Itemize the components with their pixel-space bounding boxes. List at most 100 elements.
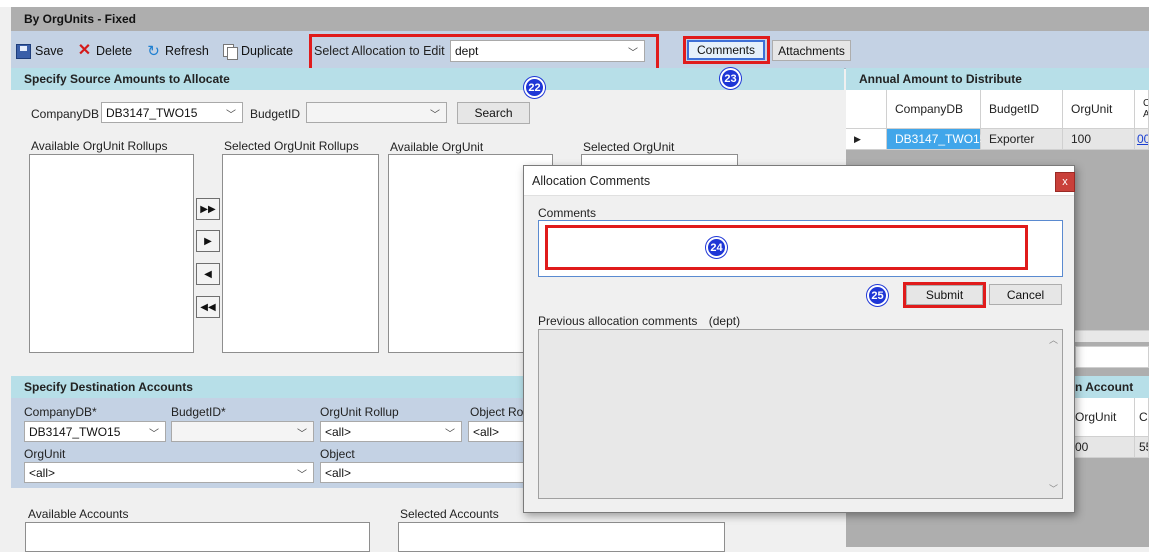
dialog-title: Allocation Comments	[532, 174, 651, 188]
grid-cell-orgunit[interactable]: 100	[1063, 129, 1135, 150]
dest-budgetid-dropdown[interactable]: ﹀	[171, 421, 314, 442]
available-rollups-list[interactable]	[29, 154, 194, 353]
cancel-button[interactable]: Cancel	[989, 284, 1062, 305]
previous-comments-allocation: (dept)	[708, 314, 741, 328]
grid-header-c: C A	[1135, 90, 1149, 129]
highlight-submit-button	[903, 282, 986, 308]
comments-field-label: Comments	[538, 206, 597, 220]
double-chevron-left-icon: ◀◀	[200, 301, 216, 313]
callout-22: 22	[524, 77, 545, 98]
dest-grid-cell-c[interactable]: 55	[1135, 437, 1149, 458]
previous-comments-label: Previous allocation comments (dept)	[538, 314, 740, 328]
title-bar	[11, 7, 1149, 31]
chevron-left-icon: ◀	[204, 268, 212, 280]
callout-23: 23	[720, 68, 741, 89]
dest-companydb-value: DB3147_TWO15	[29, 424, 121, 439]
dest-account-header: n Account	[1075, 376, 1149, 398]
search-button[interactable]: Search	[457, 102, 530, 124]
annual-amount-grid: CompanyDB BudgetID OrgUnit C A ▶ DB3147_…	[846, 90, 1149, 150]
window-title: By OrgUnits - Fixed	[24, 12, 137, 26]
available-accounts-list[interactable]	[25, 522, 370, 552]
grid-cell-companydb[interactable]: DB3147_TWO15	[887, 129, 986, 150]
available-rollups-label: Available OrgUnit Rollups	[31, 139, 168, 153]
chevron-down-icon: ﹀	[445, 429, 455, 440]
previous-comments-scrollbar[interactable]: ︿ ﹀	[1046, 330, 1062, 498]
dest-grid-header-c: C	[1135, 398, 1149, 437]
scroll-down-icon: ﹀	[1049, 484, 1059, 494]
dest-budgetid-label: BudgetID*	[171, 405, 226, 419]
dest-object-dropdown[interactable]: <all>	[320, 462, 524, 483]
move-left-button[interactable]: ◀	[196, 263, 220, 285]
scroll-up-icon: ︿	[1049, 335, 1059, 345]
chevron-down-icon: ﹀	[297, 470, 307, 481]
window-top-edge	[0, 0, 1149, 7]
source-budgetid-dropdown[interactable]: ﹀	[306, 102, 447, 123]
dest-object-label: Object	[320, 447, 355, 461]
refresh-button[interactable]: ↻ Refresh	[146, 42, 209, 60]
grid-header-budgetid: BudgetID	[981, 90, 1063, 129]
duplicate-label: Duplicate	[241, 44, 294, 58]
duplicate-icon	[222, 43, 238, 60]
row-selector[interactable]: ▶	[846, 129, 887, 150]
move-right-button[interactable]: ▶	[196, 230, 220, 252]
selected-accounts-list[interactable]	[398, 522, 725, 552]
move-all-left-button[interactable]: ◀◀	[196, 296, 220, 318]
row-pointer-icon: ▶	[854, 133, 861, 144]
selected-rollups-label: Selected OrgUnit Rollups	[224, 139, 359, 153]
grid-cell-budgetid[interactable]: Exporter	[981, 129, 1063, 150]
previous-comments-text: Previous allocation comments	[538, 314, 698, 328]
dest-orgunit-rollup-dropdown[interactable]: <all> ﹀	[320, 421, 462, 442]
close-icon: x	[1062, 176, 1068, 188]
refresh-label: Refresh	[165, 44, 209, 58]
dest-object-rollup-dropdown[interactable]: <all>	[468, 421, 524, 442]
save-label: Save	[35, 44, 64, 58]
chevron-down-icon: ﹀	[149, 429, 159, 440]
delete-label: Delete	[96, 44, 133, 58]
source-companydb-value: DB3147_TWO15	[106, 105, 198, 120]
dest-orgunit-label: OrgUnit	[24, 447, 66, 461]
source-companydb-label: CompanyDB	[31, 107, 100, 121]
attachments-button[interactable]: Attachments	[772, 40, 851, 61]
delete-button[interactable]: ✕ Delete	[77, 42, 132, 60]
grid-corner-cell	[846, 90, 887, 129]
grid-header-companydb: CompanyDB	[887, 90, 981, 129]
chevron-down-icon: ﹀	[297, 429, 307, 440]
save-button[interactable]: Save	[16, 42, 64, 60]
selected-accounts-label: Selected Accounts	[400, 507, 499, 521]
callout-24: 24	[706, 237, 727, 258]
available-accounts-label: Available Accounts	[28, 507, 129, 521]
dest-grid-cell-orgunit[interactable]: 00	[1075, 437, 1135, 458]
move-all-right-button[interactable]: ▶▶	[196, 198, 220, 220]
dest-orgunit-dropdown[interactable]: <all> ﹀	[24, 462, 314, 483]
grid-cell-link[interactable]: 00	[1135, 129, 1149, 150]
dest-companydb-label: CompanyDB*	[24, 405, 97, 419]
dest-orgunit-rollup-value: <all>	[325, 424, 352, 439]
chevron-right-icon: ▶	[204, 235, 212, 247]
highlight-select-allocation	[309, 34, 659, 72]
dest-object-value: <all>	[325, 465, 352, 480]
dialog-close-button[interactable]: x	[1055, 172, 1075, 192]
selected-orgunit-label: Selected OrgUnit	[583, 140, 675, 154]
chevron-down-icon: ﹀	[430, 110, 440, 121]
refresh-icon: ↻	[147, 42, 160, 60]
dest-companydb-dropdown[interactable]: DB3147_TWO15 ﹀	[24, 421, 166, 442]
annual-amount-header: Annual Amount to Distribute	[846, 68, 1149, 90]
dest-object-rollup-label: Object Roll	[470, 405, 529, 419]
dest-orgunit-value: <all>	[29, 465, 56, 480]
available-orgunit-label: Available OrgUnit	[390, 140, 484, 154]
duplicate-button[interactable]: Duplicate	[222, 42, 293, 60]
source-budgetid-label: BudgetID	[250, 107, 301, 121]
dest-object-rollup-value: <all>	[473, 424, 500, 439]
highlight-comments-button	[683, 36, 770, 64]
grid-header-orgunit: OrgUnit	[1063, 90, 1135, 129]
annual-grid-scrollbar[interactable]	[1075, 330, 1149, 342]
previous-comments-box[interactable]	[538, 329, 1063, 499]
delete-icon: ✕	[77, 42, 92, 59]
annual-grid-total-row	[1075, 346, 1149, 368]
save-icon	[16, 43, 31, 59]
chevron-down-icon: ﹀	[226, 110, 236, 121]
selected-rollups-list[interactable]	[222, 154, 379, 353]
double-chevron-right-icon: ▶▶	[200, 203, 216, 215]
source-companydb-dropdown[interactable]: DB3147_TWO15 ﹀	[101, 102, 243, 123]
callout-25: 25	[867, 285, 888, 306]
